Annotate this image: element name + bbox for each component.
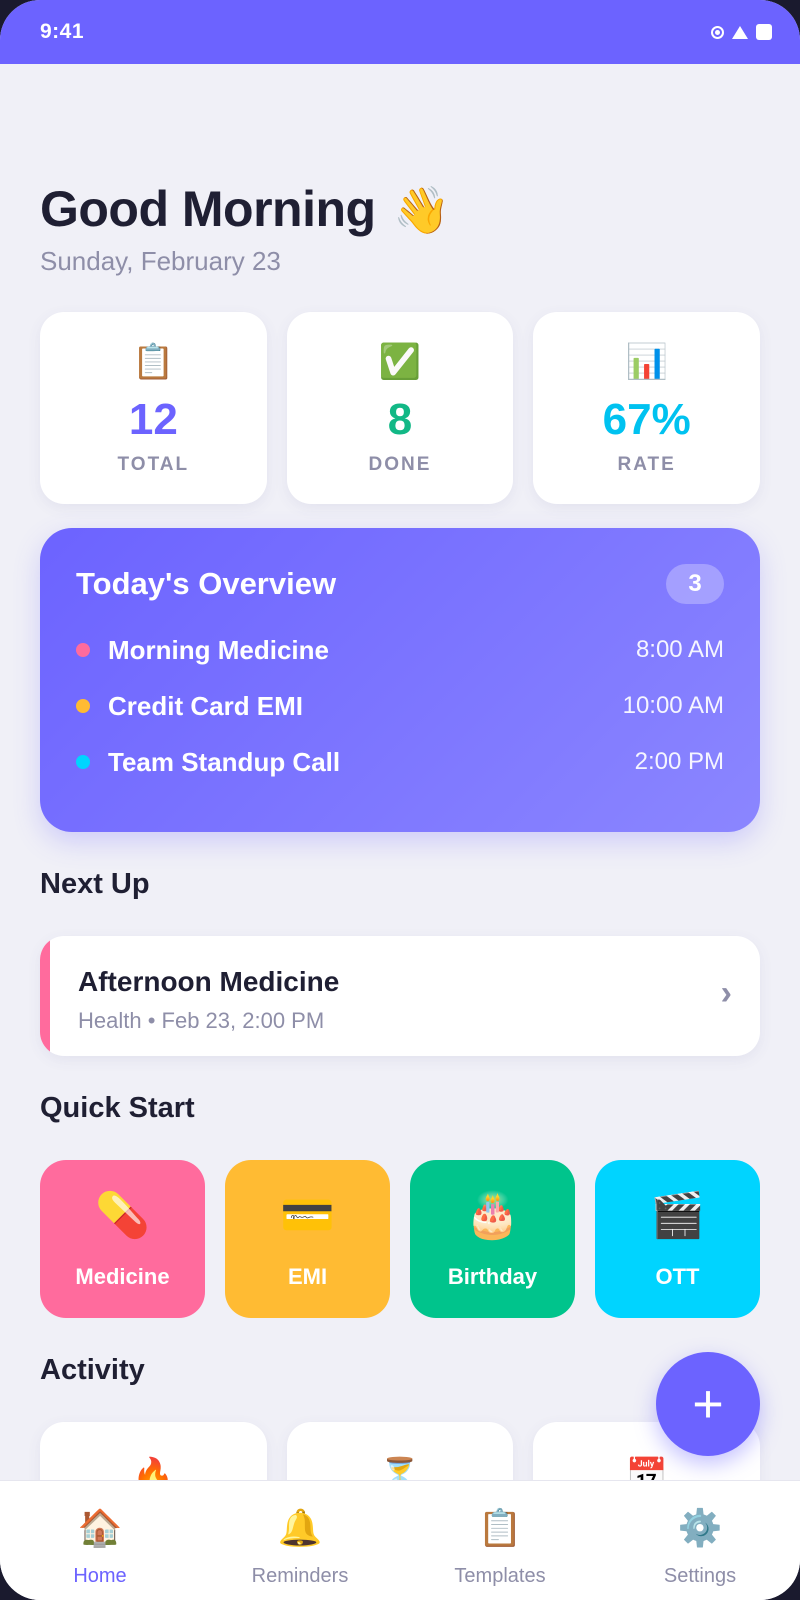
- status-icons: [711, 24, 772, 40]
- overview-item[interactable]: Morning Medicine 8:00 AM: [76, 622, 724, 678]
- bottom-nav: 🏠 Home 🔔 Reminders 📋 Templates ⚙️ Settin…: [0, 1480, 800, 1600]
- nav-label: Templates: [454, 1565, 546, 1587]
- nav-label: Reminders: [251, 1565, 349, 1587]
- overview-list: Morning Medicine 8:00 AM Credit Card EMI…: [76, 622, 724, 790]
- quick-start-medicine[interactable]: 💊 Medicine: [40, 1160, 205, 1318]
- cake-icon: 🎂: [465, 1191, 520, 1240]
- activity-grid: 🔥 ⏳ 📅: [40, 1422, 761, 1480]
- home-content[interactable]: Good Morning 👋 Sunday, February 23 📋 12 …: [0, 64, 800, 1480]
- status-dot: [76, 643, 90, 657]
- calendar-icon: 📅: [625, 1457, 668, 1480]
- overview-item-name: Morning Medicine: [108, 634, 329, 665]
- stat-label-rate: RATE: [617, 454, 676, 475]
- pill-icon: 💊: [95, 1191, 150, 1240]
- overview-item-name: Credit Card EMI: [108, 690, 304, 721]
- stat-card-done[interactable]: ✅ 8 DONE: [286, 312, 514, 504]
- battery-icon: [756, 24, 772, 40]
- quick-start-emi[interactable]: 💳 EMI: [225, 1160, 390, 1318]
- bell-icon: 🔔: [277, 1507, 323, 1548]
- add-reminder-button[interactable]: +: [656, 1352, 760, 1456]
- gear-icon: ⚙️: [677, 1507, 723, 1548]
- activity-card-pending[interactable]: ⏳: [286, 1422, 514, 1480]
- today-overview-card[interactable]: Today's Overview 3 Morning Medicine 8:00…: [40, 528, 760, 832]
- quick-start-grid: 💊 Medicine 💳 EMI 🎂 Birthday 🎬 OTT: [40, 1160, 760, 1318]
- quick-start-ott[interactable]: 🎬 OTT: [595, 1160, 760, 1318]
- stat-value-rate: 67%: [602, 395, 691, 444]
- current-date: Sunday, February 23: [40, 246, 281, 276]
- status-dot: [76, 755, 90, 769]
- stat-label-total: TOTAL: [117, 454, 190, 475]
- chevron-right-icon[interactable]: ›: [721, 974, 732, 1013]
- quick-start-birthday[interactable]: 🎂 Birthday: [410, 1160, 575, 1318]
- overview-count-badge: 3: [666, 564, 724, 604]
- next-up-heading: Next Up: [40, 868, 150, 900]
- credit-card-icon: 💳: [280, 1191, 335, 1240]
- overview-item[interactable]: Credit Card EMI 10:00 AM: [76, 678, 724, 734]
- wave-icon: 👋: [392, 184, 450, 236]
- quick-start-label: OTT: [655, 1264, 700, 1289]
- clapper-icon: 🎬: [650, 1191, 705, 1240]
- quick-start-label: Medicine: [75, 1264, 170, 1289]
- stat-label-done: DONE: [368, 454, 432, 475]
- activity-card-streak[interactable]: 🔥: [40, 1422, 267, 1480]
- signal-icon: [732, 25, 748, 39]
- stat-card-total[interactable]: 📋 12 TOTAL: [40, 312, 267, 504]
- next-up-subtitle: Health • Feb 23, 2:00 PM: [78, 1008, 325, 1033]
- overview-item-time: 10:00 AM: [622, 692, 724, 719]
- greeting-text: Good Morning: [40, 181, 376, 237]
- greeting-title: Good Morning 👋: [40, 180, 450, 238]
- nav-item-settings[interactable]: ⚙️ Settings: [610, 1481, 790, 1600]
- location-icon: [711, 25, 724, 39]
- status-dot: [76, 699, 90, 713]
- hourglass-icon: ⏳: [378, 1457, 422, 1480]
- next-up-card[interactable]: Afternoon Medicine Health • Feb 23, 2:00…: [40, 936, 760, 1056]
- nav-item-home[interactable]: 🏠 Home: [10, 1481, 190, 1600]
- home-icon: 🏠: [77, 1507, 123, 1548]
- nav-label: Settings: [663, 1565, 737, 1587]
- nav-label: Home: [73, 1565, 127, 1587]
- status-time: 9:41: [40, 20, 85, 43]
- quick-start-label: EMI: [287, 1264, 328, 1289]
- stat-value-done: 8: [387, 395, 413, 444]
- status-bar: 9:41: [0, 0, 800, 64]
- stat-card-rate[interactable]: 📊 67% RATE: [533, 312, 761, 504]
- check-icon: ✅: [378, 343, 422, 381]
- next-up-title: Afternoon Medicine: [78, 966, 340, 997]
- stat-value-total: 12: [128, 395, 178, 444]
- nav-item-reminders[interactable]: 🔔 Reminders: [210, 1481, 390, 1600]
- quick-start-label: Birthday: [447, 1264, 538, 1289]
- stats-row: 📋 12 TOTAL ✅ 8 DONE 📊 67% RATE: [40, 312, 761, 504]
- phone-screen: 9:41 Good Morning 👋 Sunday, February 23 …: [0, 0, 800, 1600]
- clipboard-icon: 📋: [132, 343, 175, 381]
- overview-header: Today's Overview 3: [76, 564, 724, 604]
- clipboard-icon: 📋: [477, 1507, 523, 1548]
- next-up-accent-bar: [40, 936, 50, 1056]
- overview-item-time: 8:00 AM: [635, 636, 724, 663]
- activity-heading: Activity: [40, 1354, 145, 1386]
- overview-title: Today's Overview: [76, 566, 337, 601]
- overview-item-name: Team Standup Call: [108, 746, 341, 777]
- overview-item[interactable]: Team Standup Call 2:00 PM: [76, 734, 724, 790]
- chart-icon: 📊: [625, 343, 668, 381]
- fire-icon: 🔥: [132, 1457, 175, 1480]
- nav-item-templates[interactable]: 📋 Templates: [410, 1481, 590, 1600]
- overview-item-time: 2:00 PM: [634, 748, 724, 775]
- quick-start-heading: Quick Start: [40, 1092, 195, 1124]
